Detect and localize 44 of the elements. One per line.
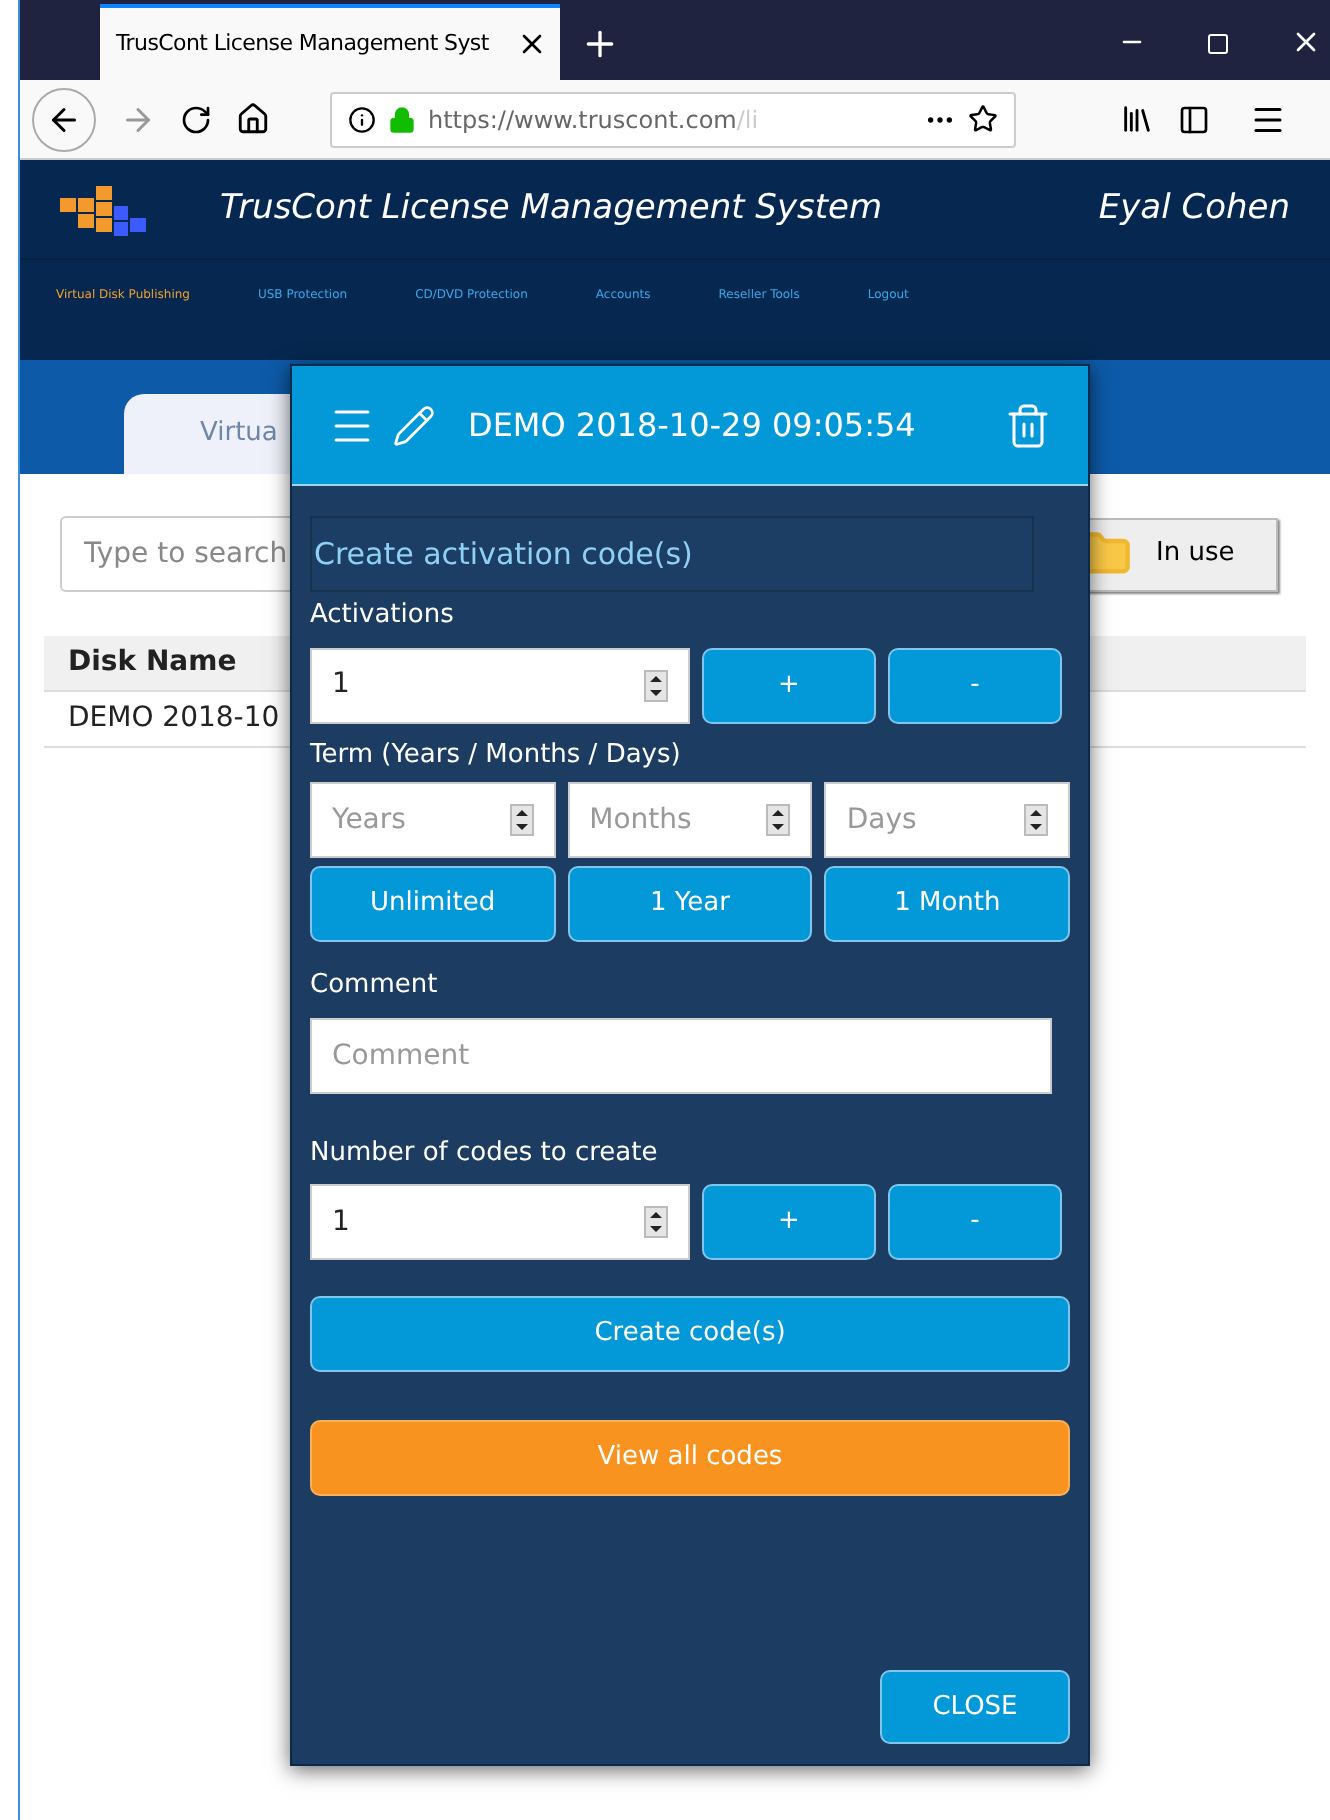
number-field[interactable]: Years <box>310 782 556 858</box>
app-title: TrusCont License Management System <box>220 185 883 232</box>
field-label: Activations <box>310 598 456 634</box>
star-icon[interactable] <box>968 104 998 134</box>
number-field[interactable]: 1 <box>310 1184 690 1260</box>
action-button[interactable]: - <box>888 1184 1062 1260</box>
action-button[interactable]: Unlimited <box>310 866 556 942</box>
number-field[interactable]: Days <box>824 782 1070 858</box>
action-button[interactable]: + <box>702 1184 876 1260</box>
spinner-icon[interactable] <box>644 669 668 701</box>
reload-icon[interactable] <box>180 103 212 135</box>
back-button[interactable] <box>32 87 96 151</box>
spinner-icon[interactable] <box>644 1206 668 1238</box>
number-field[interactable]: Months <box>567 782 813 858</box>
field-label: Comment <box>310 968 440 1004</box>
spinner-icon[interactable] <box>766 804 791 836</box>
number-field[interactable]: 1 <box>310 647 690 723</box>
action-button[interactable]: + <box>702 647 876 723</box>
field-label: Number of codes to create <box>310 1135 660 1171</box>
tab-title: TrusCont License Management Syst <box>116 27 491 60</box>
browser-tab[interactable]: TrusCont License Management Syst <box>100 4 560 80</box>
edit-icon[interactable] <box>392 403 436 447</box>
section-heading: Create activation code(s) <box>310 516 1034 592</box>
comment-field[interactable]: Comment <box>310 1017 1052 1093</box>
home-icon[interactable] <box>236 102 270 136</box>
info-icon[interactable] <box>348 105 376 133</box>
action-button[interactable]: 1 Month <box>824 866 1070 942</box>
trash-icon[interactable] <box>1004 401 1052 449</box>
action-button[interactable]: Create code(s) <box>310 1296 1070 1372</box>
spinner-icon[interactable] <box>1023 804 1048 836</box>
action-button[interactable]: View all codes <box>310 1420 1070 1496</box>
table-cell-text: DEMO 2018-10 <box>68 700 280 738</box>
library-icon[interactable] <box>1120 102 1154 136</box>
field-label: Term (Years / Months / Days) <box>310 737 683 773</box>
lock-icon <box>388 105 416 133</box>
dialog-title: DEMO 2018-10-29 09:05:54 <box>468 403 916 447</box>
maximize-icon[interactable] <box>1206 32 1230 56</box>
sidebar-icon[interactable] <box>1178 103 1210 135</box>
close-button[interactable]: CLOSE <box>880 1670 1070 1744</box>
user-name: Eyal Cohen <box>1098 185 1290 232</box>
action-button[interactable]: 1 Year <box>567 866 813 942</box>
column-header: Disk Name <box>68 644 237 682</box>
spinner-icon[interactable] <box>509 804 534 836</box>
action-button[interactable]: - <box>888 647 1062 723</box>
